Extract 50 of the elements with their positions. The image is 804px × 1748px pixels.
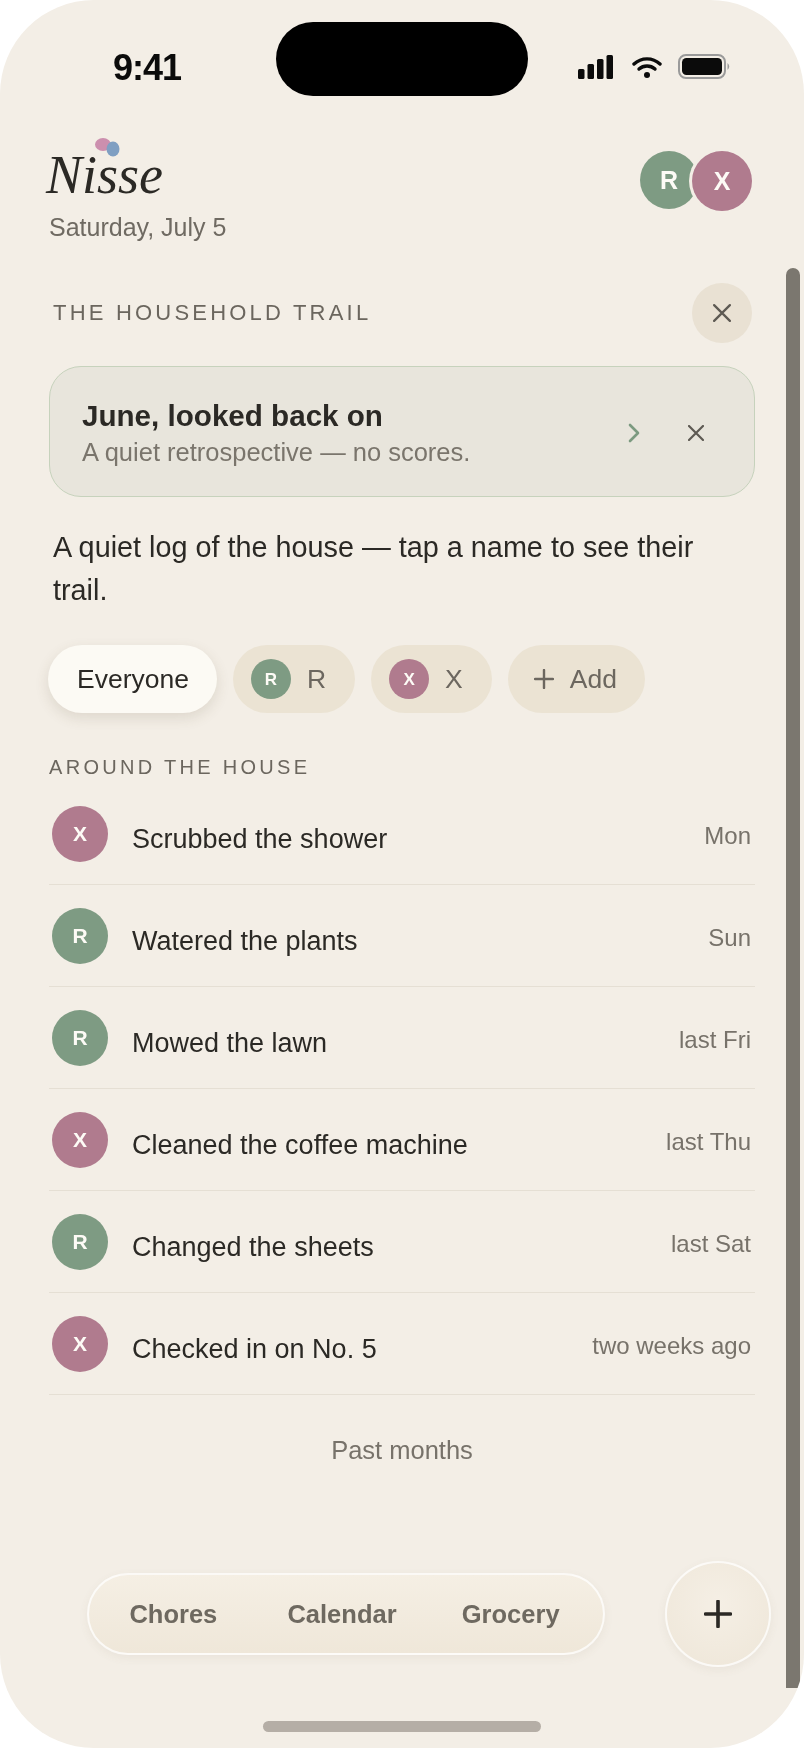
tab[interactable]: Grocery bbox=[426, 1575, 595, 1653]
activity-time: two weeks ago bbox=[592, 1331, 751, 1360]
activity-time: last Thu bbox=[666, 1127, 751, 1156]
activity-time: last Fri bbox=[679, 1025, 751, 1054]
add-chip[interactable]: Add bbox=[507, 645, 645, 713]
avatar: X bbox=[389, 659, 430, 699]
activity-title: Checked in on No. 5 bbox=[132, 1332, 377, 1365]
scrollbar-thumb[interactable] bbox=[786, 268, 800, 1688]
avatar[interactable]: X bbox=[692, 151, 752, 211]
avatar: X bbox=[52, 1111, 108, 1168]
section-title: THE HOUSEHOLD TRAIL bbox=[53, 299, 372, 327]
activity-time: Mon bbox=[704, 821, 751, 850]
avatar: R bbox=[52, 1213, 108, 1270]
filter-chip[interactable]: Everyone bbox=[48, 645, 217, 713]
avatar: X bbox=[52, 805, 108, 862]
activity-time: last Sat bbox=[670, 1229, 751, 1258]
plus-icon bbox=[533, 669, 554, 689]
avatar: R bbox=[52, 907, 108, 964]
open-button[interactable] bbox=[628, 422, 640, 443]
dismiss-button[interactable] bbox=[688, 424, 704, 441]
activity-title: Watered the plants bbox=[132, 924, 358, 957]
banner-title: June, looked back on bbox=[82, 398, 384, 433]
status-time: 9:41 bbox=[113, 50, 182, 86]
date-text: Saturday, July 5 bbox=[49, 212, 227, 242]
intro-text: A quiet log of the house — tap a name to see their trail. bbox=[53, 530, 695, 608]
close-icon bbox=[713, 304, 731, 322]
tab[interactable]: Calendar bbox=[257, 1575, 427, 1653]
tab[interactable]: Chores bbox=[89, 1575, 258, 1653]
retrospective-banner[interactable]: June, looked back on A quiet retrospective — no scores. bbox=[49, 366, 755, 497]
avatar: R bbox=[250, 659, 291, 699]
avatar: X bbox=[52, 1315, 108, 1372]
logo-dots-icon bbox=[95, 138, 120, 157]
chevron-right-icon bbox=[628, 422, 640, 443]
battery-icon bbox=[678, 54, 731, 79]
activity-title: Cleaned the coffee machine bbox=[132, 1128, 468, 1161]
app-logo: Nisse bbox=[46, 157, 164, 194]
banner-subtitle: A quiet retrospective — no scores. bbox=[82, 437, 472, 467]
activity-title: Scrubbed the shower bbox=[132, 822, 388, 855]
past-months-button[interactable]: Past months bbox=[331, 1435, 473, 1466]
close-icon bbox=[688, 424, 704, 441]
filter-chip[interactable]: R R bbox=[232, 645, 356, 713]
activity-title: Mowed the lawn bbox=[132, 1026, 328, 1059]
section-title: AROUND THE HOUSE bbox=[49, 755, 311, 779]
filter-chip[interactable]: X X bbox=[371, 645, 492, 713]
activity-time: Sun bbox=[708, 923, 751, 952]
wifi-icon bbox=[632, 55, 662, 78]
signal-icon bbox=[578, 54, 613, 79]
activity-title: Changed the sheets bbox=[132, 1230, 374, 1263]
avatar: R bbox=[52, 1009, 108, 1066]
plus-icon bbox=[704, 1600, 732, 1628]
